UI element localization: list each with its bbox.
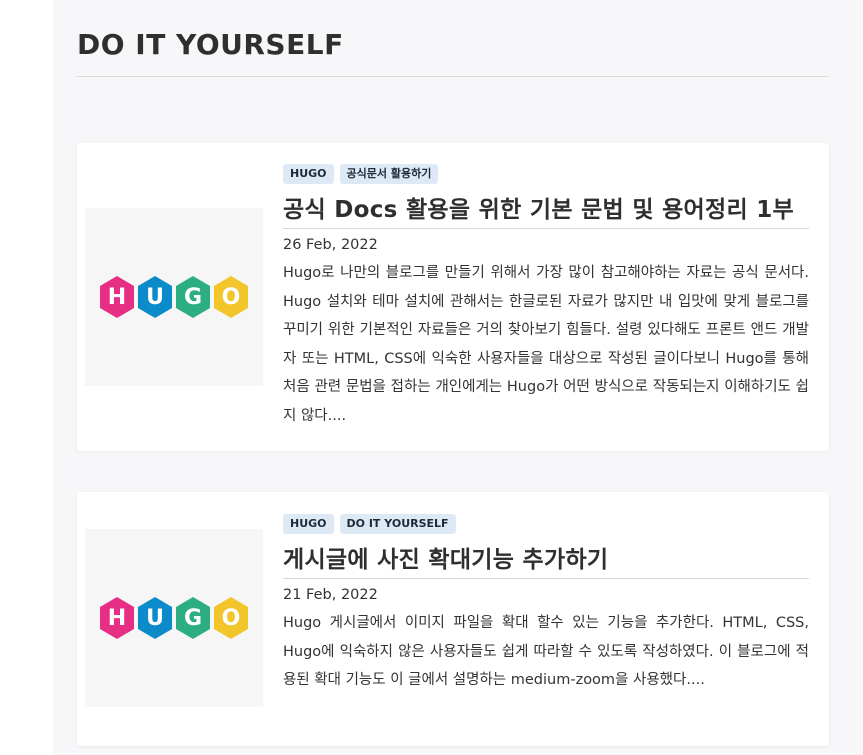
- post-excerpt: Hugo 게시글에서 이미지 파일을 확대 할수 있는 기능을 추가한다. HT…: [283, 615, 809, 688]
- post-title[interactable]: 공식 Docs 활용을 위한 기본 문법 및 용어정리 1부: [283, 190, 809, 229]
- post-card[interactable]: H U G O HUGO DO IT YOURSELF 게시글에 사진 확대기능…: [77, 492, 829, 746]
- tag-badge[interactable]: 공식문서 활용하기: [339, 164, 439, 184]
- post-thumbnail[interactable]: H U G O: [85, 529, 263, 707]
- post-tags: HUGO DO IT YOURSELF: [283, 514, 809, 534]
- logo-hex-o: O: [212, 275, 250, 319]
- post-excerpt: Hugo로 나만의 블로그를 만들기 위해서 가장 많이 참고해야하는 자료는 …: [283, 265, 809, 424]
- post-thumbnail[interactable]: H U G O: [85, 208, 263, 386]
- logo-hex-g: G: [174, 596, 212, 640]
- logo-hex-u: U: [136, 275, 174, 319]
- post-title[interactable]: 게시글에 사진 확대기능 추가하기: [283, 540, 809, 579]
- post-date: 21 Feb, 2022: [283, 587, 378, 603]
- logo-hex-h: H: [98, 275, 136, 319]
- post-tags: HUGO 공식문서 활용하기: [283, 164, 809, 184]
- logo-hex-u: U: [136, 596, 174, 640]
- post-content: HUGO 공식문서 활용하기 공식 Docs 활용을 위한 기본 문법 및 용어…: [283, 164, 809, 430]
- section-heading: DO IT YOURSELF: [77, 28, 344, 61]
- post-date: 26 Feb, 2022: [283, 237, 378, 253]
- post-card[interactable]: H U G O HUGO 공식문서 활용하기 공식 Docs 활용을 위한 기본…: [77, 143, 829, 451]
- hugo-logo: H U G O: [98, 596, 250, 640]
- post-content: HUGO DO IT YOURSELF 게시글에 사진 확대기능 추가하기 21…: [283, 514, 809, 695]
- tag-badge[interactable]: DO IT YOURSELF: [339, 514, 456, 534]
- logo-hex-o: O: [212, 596, 250, 640]
- tag-badge[interactable]: HUGO: [283, 164, 334, 184]
- heading-divider: [77, 76, 829, 77]
- tag-badge[interactable]: HUGO: [283, 514, 334, 534]
- logo-hex-g: G: [174, 275, 212, 319]
- logo-hex-h: H: [98, 596, 136, 640]
- hugo-logo: H U G O: [98, 275, 250, 319]
- content-area: DO IT YOURSELF H U G O HUGO 공식문서 활용하기 공식…: [53, 0, 863, 755]
